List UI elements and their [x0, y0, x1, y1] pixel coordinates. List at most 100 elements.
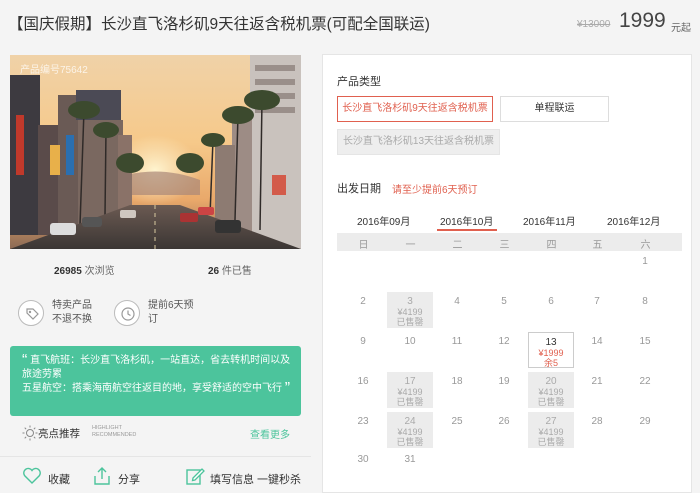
calendar-day-price: ¥1999	[538, 348, 564, 358]
highlight-en-line: HIGHLIGHT	[92, 425, 122, 431]
calendar-day-number: 19	[498, 376, 510, 387]
highlight-line: 直飞航班：长沙直飞洛杉矶，一站直达，省去转机时间以及	[30, 355, 291, 366]
views-stat: 26985 次浏览	[54, 262, 115, 277]
views-count: 26985	[54, 266, 82, 277]
calendar-day-number: 16	[357, 376, 369, 387]
option-one-way-connection[interactable]: 单程联运	[500, 96, 609, 122]
calendar-day-number: 23	[357, 416, 369, 427]
calendar-day-number: 8	[642, 296, 648, 307]
calendar-day-number: 5	[501, 296, 507, 307]
edit-icon[interactable]	[185, 466, 205, 486]
weekday-wed: 三	[499, 240, 510, 251]
calendar-day-status: 已售罄	[396, 437, 424, 447]
highlight-title: 亮点推荐	[38, 428, 80, 440]
calendar-day-number: 14	[591, 336, 603, 347]
sold-count: 26	[208, 266, 220, 277]
calendar-day: 3 ¥4199 已售罄	[387, 292, 433, 328]
sold-label: 件已售	[221, 266, 252, 277]
calendar-day-price: ¥4199	[538, 387, 564, 397]
option-13day-roundtrip: 长沙直飞洛杉矶13天往返含税机票	[337, 129, 500, 155]
weekday-sat: 六	[640, 240, 651, 251]
calendar-day-number: 10	[404, 336, 416, 347]
highlight-line: 五星航空：搭乘海南航空往返目的地，享受舒适的空中飞行	[22, 383, 282, 394]
action-bar: 收藏 分享 填写信息 一键秒杀	[0, 456, 311, 493]
calendar-day-number: 25	[451, 416, 463, 427]
tab-month-10[interactable]: 2016年10月	[440, 213, 493, 228]
page-title: 【国庆假期】长沙直飞洛杉矶9天往返含税机票(可配全国联运)	[8, 16, 430, 33]
calendar-day-number: 30	[357, 454, 369, 465]
calendar-day: 31	[387, 450, 433, 486]
calendar-day: 23	[340, 412, 386, 448]
calendar-day-number: 31	[404, 454, 416, 465]
share-icon[interactable]	[92, 466, 112, 486]
calendar-day-number: 20	[545, 376, 557, 387]
tab-month-11[interactable]: 2016年11月	[523, 213, 576, 228]
calendar-day-status: 已售罄	[537, 397, 565, 407]
option-9day-roundtrip[interactable]: 长沙直飞洛杉矶9天往返含税机票	[337, 96, 493, 122]
calendar-day: 26	[481, 412, 527, 448]
calendar-day: 20 ¥4199 已售罄	[528, 372, 574, 408]
heart-icon[interactable]	[22, 467, 42, 485]
calendar-day-price: ¥4199	[397, 307, 423, 317]
feature-advance-booking: 提前6天预 订	[148, 299, 218, 327]
calendar-day-number: 18	[451, 376, 463, 387]
calendar-day-number: 6	[548, 296, 554, 307]
booking-panel: 产品类型 长沙直飞洛杉矶9天往返含税机票 单程联运 长沙直飞洛杉矶13天往返含税…	[322, 54, 692, 493]
original-price: ¥13000	[577, 19, 611, 30]
calendar-day-number: 2	[360, 296, 366, 307]
calendar-day[interactable]: 13 ¥1999 余5	[528, 332, 574, 368]
calendar-day-number: 27	[545, 416, 557, 427]
calendar-day: 19	[481, 372, 527, 408]
clock-icon	[114, 300, 140, 326]
calendar-day-number: 15	[639, 336, 651, 347]
calendar-day: 4	[434, 292, 480, 328]
calendar-day-number: 26	[498, 416, 510, 427]
tab-month-12[interactable]: 2016年12月	[607, 213, 660, 228]
calendar-day-number: 1	[642, 256, 648, 267]
calendar-day: 27 ¥4199 已售罄	[528, 412, 574, 448]
calendar-day: 24 ¥4199 已售罄	[387, 412, 433, 448]
weekday-thu: 四	[546, 240, 557, 251]
calendar-day: 12	[481, 332, 527, 368]
calendar-day-price: ¥4199	[397, 427, 423, 437]
product-photo: 产品编号75642	[10, 55, 301, 249]
product-info: 产品编号75642 26985 次浏览 26 件已售 特卖产品 不退不换 提前6…	[0, 44, 311, 493]
bulb-icon	[22, 425, 38, 441]
calendar-day-number: 3	[407, 296, 413, 307]
departure-date-label: 出发日期	[337, 183, 381, 195]
highlight-bar: 亮点推荐 HIGHLIGHT RECOMMENDED 查看更多	[10, 421, 301, 447]
favorite-button[interactable]: 收藏	[48, 471, 70, 487]
product-type-label: 产品类型	[337, 76, 381, 88]
sold-stat: 26 件已售	[208, 262, 252, 277]
header: 【国庆假期】长沙直飞洛杉矶9天往返含税机票(可配全国联运) ¥13000 199…	[0, 0, 700, 44]
feature-line: 特卖产品	[52, 300, 92, 311]
calendar-day: 18	[434, 372, 480, 408]
tag-icon	[18, 300, 44, 326]
fill-info-button[interactable]: 填写信息 一键秒杀	[210, 471, 301, 487]
calendar-day-number: 28	[591, 416, 603, 427]
weekday-sun: 日	[358, 240, 369, 251]
highlights-box: “ 直飞航班：长沙直飞洛杉矶，一站直达，省去转机时间以及 旅途劳累 五星航空：搭…	[10, 346, 301, 416]
street-scene-image	[10, 55, 301, 249]
calendar-day-number: 21	[591, 376, 603, 387]
calendar-day: 28	[574, 412, 620, 448]
feature-special-sale: 特卖产品 不退不换	[52, 299, 122, 327]
calendar-day-number: 13	[545, 337, 557, 348]
share-button[interactable]: 分享	[118, 471, 140, 487]
quote-icon: “	[22, 352, 28, 369]
highlight-en-line: RECOMMENDED	[92, 432, 137, 438]
feature-line: 不退不换	[52, 314, 92, 325]
calendar-day: 2	[340, 292, 386, 328]
calendar-day-number: 11	[451, 336, 463, 347]
calendar-day: 8	[622, 292, 668, 328]
weekday-mon: 一	[405, 240, 416, 251]
calendar-day: 15	[622, 332, 668, 368]
calendar-day-status: 已售罄	[396, 397, 424, 407]
tab-month-09[interactable]: 2016年09月	[357, 213, 410, 228]
see-more-link[interactable]: 查看更多	[250, 426, 290, 441]
calendar-day-status: 已售罄	[396, 317, 424, 327]
calendar-day-number: 4	[454, 296, 460, 307]
feature-line: 订	[148, 314, 158, 325]
calendar-day-number: 7	[594, 296, 600, 307]
calendar-day: 17 ¥4199 已售罄	[387, 372, 433, 408]
